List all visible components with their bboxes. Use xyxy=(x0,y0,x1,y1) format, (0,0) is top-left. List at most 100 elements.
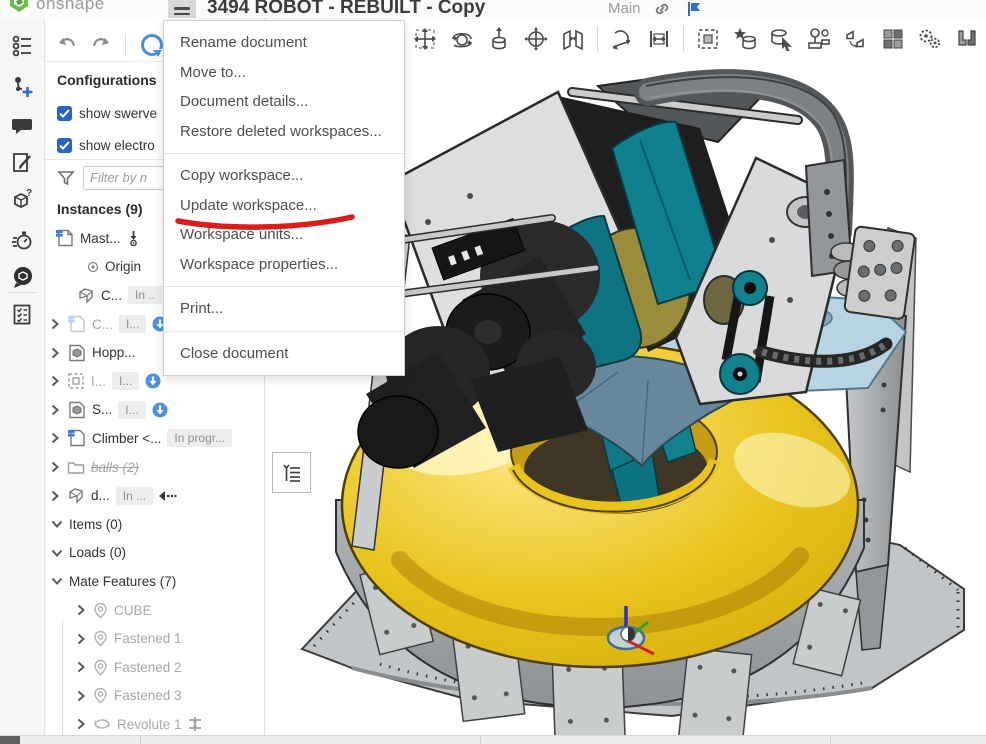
tab-bar[interactable] xyxy=(0,735,986,744)
toolbar-divider xyxy=(125,33,126,56)
part-icon xyxy=(79,288,93,304)
section-label: Items (0) xyxy=(69,516,123,532)
tab-bar-corner xyxy=(0,736,20,744)
menu-item-rename-document[interactable]: Rename document xyxy=(164,28,404,58)
group-tool-icon[interactable] xyxy=(880,26,906,52)
mate-feature-row[interactable]: CUBE xyxy=(45,596,264,625)
tree-section-row[interactable]: Items (0) xyxy=(45,510,264,539)
tree-item-label: I... xyxy=(91,373,107,389)
redo-icon[interactable] xyxy=(91,36,111,54)
chevron-right-icon[interactable] xyxy=(49,490,61,502)
section-label: Mate Features (7) xyxy=(69,573,177,589)
chevron-right-icon[interactable] xyxy=(49,404,61,416)
tree-section-row[interactable]: Loads (0) xyxy=(45,539,264,568)
instance-list-icon[interactable] xyxy=(10,34,34,58)
translate-tool-icon[interactable] xyxy=(486,26,512,52)
share-link-icon[interactable] xyxy=(653,1,671,17)
menu-item-close-document[interactable]: Close document xyxy=(164,339,404,369)
mirror-tool-icon[interactable] xyxy=(560,26,586,52)
measure-tool-icon[interactable] xyxy=(646,26,672,52)
tree-row[interactable]: Climber <... In progr... xyxy=(45,424,264,453)
box-select-tool-icon[interactable] xyxy=(695,26,721,52)
tree-row[interactable]: S... I... xyxy=(45,396,264,425)
menu-item-update-workspace[interactable]: Update workspace... xyxy=(164,191,404,221)
chevron-right-icon[interactable] xyxy=(49,461,61,473)
checklist-icon[interactable] xyxy=(10,302,34,326)
tree-row[interactable]: d... In ... xyxy=(45,481,264,510)
mate-feature-row[interactable]: Fastened 2 xyxy=(45,653,264,682)
drawing-edit-icon[interactable] xyxy=(10,150,34,174)
chevron-down-icon[interactable] xyxy=(51,547,63,559)
orbit-tool-icon[interactable] xyxy=(449,26,475,52)
update-available-icon[interactable] xyxy=(145,373,161,389)
document-context-menu: Rename document Move to... Document deta… xyxy=(163,20,405,376)
undo-icon[interactable] xyxy=(57,36,77,54)
select-part-tool-icon[interactable] xyxy=(769,26,795,52)
in-context-icon xyxy=(159,490,177,501)
chevron-right-icon[interactable] xyxy=(49,432,61,444)
free-move-tool-icon[interactable] xyxy=(412,26,438,52)
status-badge: In .. xyxy=(128,286,163,305)
follow-flag-icon[interactable] xyxy=(686,1,702,17)
update-refresh-icon[interactable] xyxy=(140,33,164,57)
mate-feature-row[interactable]: Fastened 1 xyxy=(45,624,264,653)
part-studio-icon xyxy=(56,230,73,247)
tab-divider xyxy=(140,736,141,744)
part-studio-icon xyxy=(68,430,85,447)
menu-item-restore-deleted-workspaces[interactable]: Restore deleted workspaces... xyxy=(164,117,404,147)
mate-connector-icon xyxy=(94,688,107,704)
onshape-logo[interactable]: onshape xyxy=(8,0,105,16)
menu-item-workspace-units[interactable]: Workspace units... xyxy=(164,220,404,250)
menu-item-copy-workspace[interactable]: Copy workspace... xyxy=(164,161,404,191)
tree-row[interactable]: balls (2) xyxy=(45,453,264,482)
chevron-down-icon[interactable] xyxy=(51,518,63,530)
menu-item-print[interactable]: Print... xyxy=(164,294,404,324)
menu-item-workspace-properties[interactable]: Workspace properties... xyxy=(164,250,404,280)
left-icon-rail: ? xyxy=(0,18,45,735)
render-chat-icon[interactable] xyxy=(10,264,34,288)
chevron-right-icon[interactable] xyxy=(49,318,61,330)
config-option-label: show electro xyxy=(79,138,155,153)
features-list-flyout-button[interactable] xyxy=(272,452,311,493)
chevron-right-icon[interactable] xyxy=(75,661,87,673)
part-question-icon[interactable]: ? xyxy=(10,188,34,212)
checkbox-checked[interactable] xyxy=(57,138,72,153)
chevron-right-icon[interactable] xyxy=(49,347,61,359)
chevron-right-icon[interactable] xyxy=(75,690,87,702)
mate-connector-icon xyxy=(94,602,107,618)
explode-view-tool-icon[interactable] xyxy=(954,26,980,52)
chevron-right-icon[interactable] xyxy=(75,718,87,730)
tree-section-row[interactable]: Mate Features (7) xyxy=(45,567,264,596)
update-available-icon[interactable] xyxy=(152,402,168,418)
svg-text:?: ? xyxy=(26,188,32,199)
workspace-name[interactable]: Main xyxy=(608,0,641,17)
snap-mode-tool-icon[interactable] xyxy=(609,26,635,52)
mate-feature-row[interactable]: Fastened 3 xyxy=(45,682,264,711)
insert-tool-icon[interactable] xyxy=(732,26,758,52)
chevron-down-icon[interactable] xyxy=(51,575,63,587)
tab-divider xyxy=(480,736,481,744)
status-badge: In progr... xyxy=(167,429,233,448)
assembly-icon xyxy=(69,401,85,419)
filter-funnel-icon[interactable] xyxy=(57,169,75,187)
comments-icon[interactable] xyxy=(10,114,34,138)
status-badge: I... xyxy=(119,315,147,334)
assembly-toolbar xyxy=(412,24,980,54)
menu-item-document-details[interactable]: Document details... xyxy=(164,87,404,117)
history-timer-icon[interactable] xyxy=(10,228,34,252)
chevron-right-icon[interactable] xyxy=(75,604,87,616)
menu-item-move-to[interactable]: Move to... xyxy=(164,58,404,88)
hamburger-menu-icon[interactable] xyxy=(168,0,196,18)
tree-indent-guide xyxy=(62,621,63,744)
document-title: 3494 ROBOT - REBUILT - Copy xyxy=(207,0,486,18)
versions-icon[interactable] xyxy=(10,74,34,98)
bom-balloon-tool-icon[interactable] xyxy=(806,26,832,52)
mate-feature-label: CUBE xyxy=(114,602,152,618)
pattern-tool-icon[interactable] xyxy=(843,26,869,52)
checkbox-checked[interactable] xyxy=(57,106,72,121)
chevron-right-icon[interactable] xyxy=(49,375,61,387)
tree-item-label: balls (2) xyxy=(91,459,140,475)
planar-move-tool-icon[interactable] xyxy=(523,26,549,52)
chevron-right-icon[interactable] xyxy=(75,633,87,645)
mechanism-gears-tool-icon[interactable] xyxy=(917,26,943,52)
